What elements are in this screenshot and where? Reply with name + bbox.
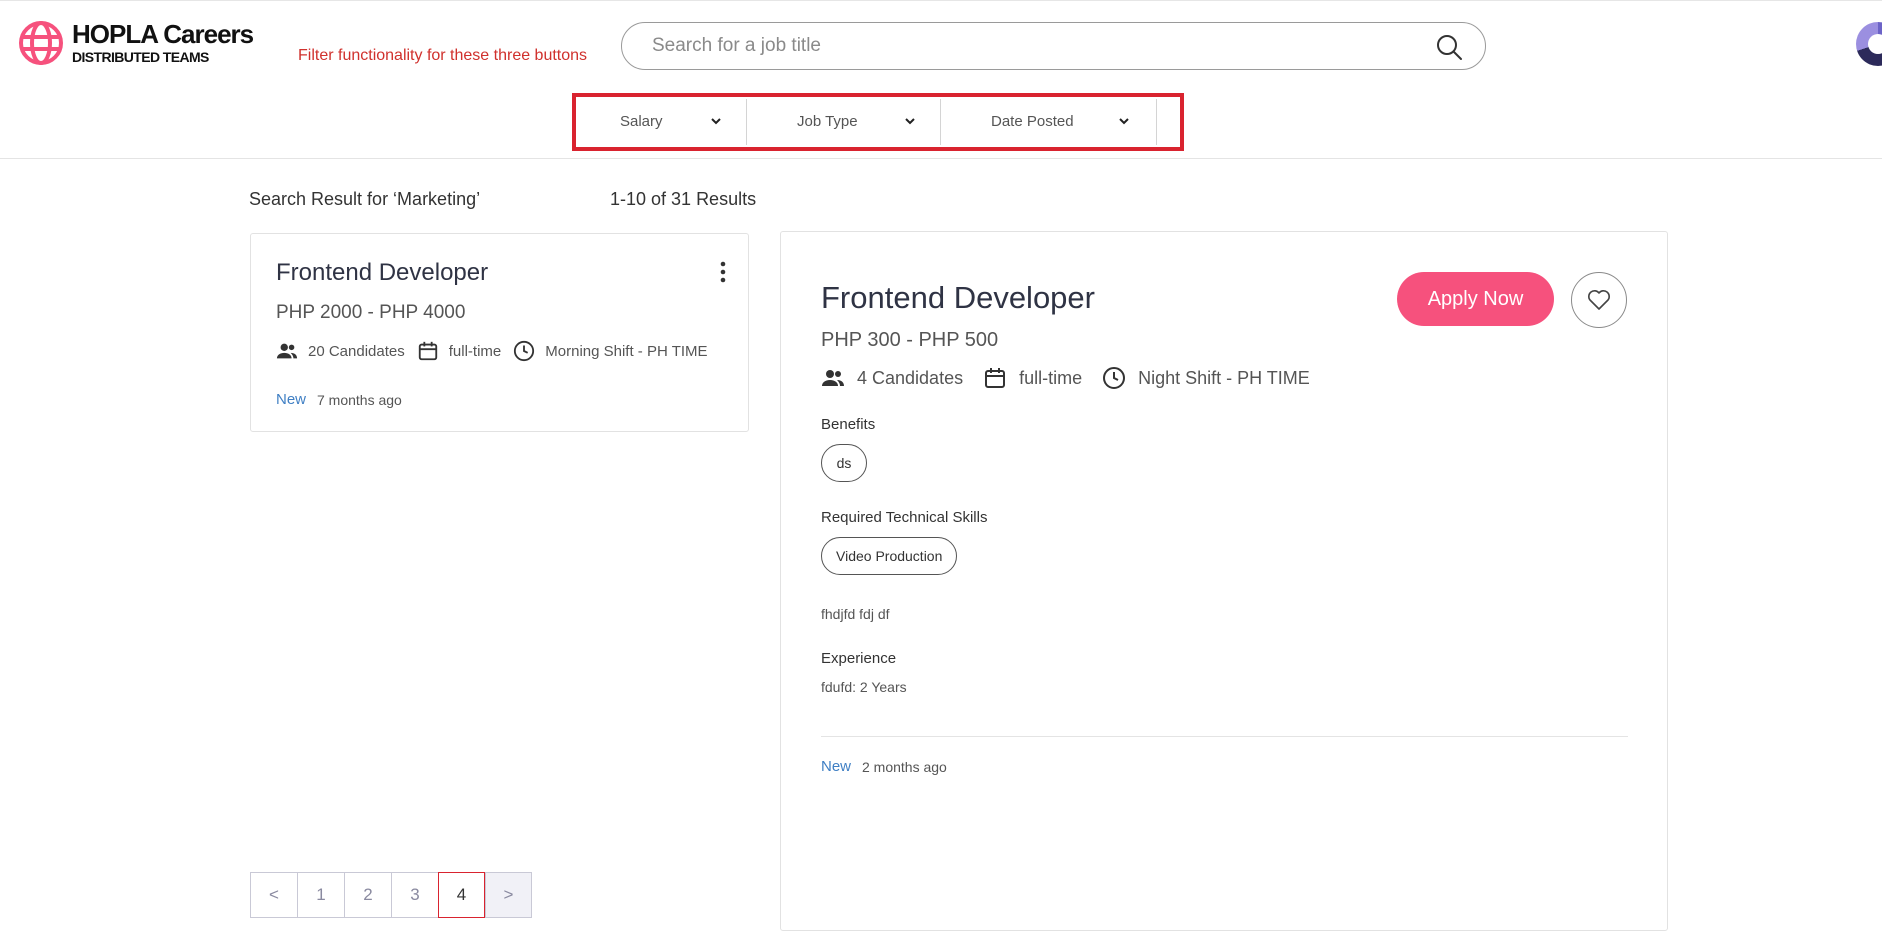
filter-divider bbox=[940, 99, 941, 145]
filter-job-type-button[interactable]: Job Type bbox=[797, 101, 917, 141]
benefit-chip: ds bbox=[821, 444, 867, 482]
job-detail-panel: Frontend Developer PHP 300 - PHP 500 App… bbox=[780, 231, 1668, 931]
heart-icon bbox=[1588, 290, 1610, 310]
page-next-button[interactable]: > bbox=[485, 872, 532, 918]
annotation-note: Filter functionality for these three but… bbox=[298, 47, 588, 64]
result-count: 1-10 of 31 Results bbox=[610, 189, 757, 209]
skills-label: Required Technical Skills bbox=[821, 509, 988, 526]
filter-divider bbox=[746, 99, 747, 145]
skill-chip: Video Production bbox=[821, 537, 958, 575]
filter-salary-label: Salary bbox=[620, 112, 663, 130]
avatar[interactable] bbox=[1856, 22, 1882, 66]
top-border bbox=[0, 0, 1882, 1]
page-3-button[interactable]: 3 bbox=[391, 872, 438, 918]
people-icon bbox=[822, 370, 844, 386]
job-detail-shift: Night Shift - PH TIME bbox=[1138, 367, 1310, 388]
experience-label: Experience bbox=[821, 650, 897, 667]
job-description: fhdjfd fdj df bbox=[821, 606, 890, 622]
filter-job-type-label: Job Type bbox=[797, 112, 858, 130]
apply-now-button[interactable]: Apply Now bbox=[1397, 272, 1554, 326]
calendar-icon bbox=[418, 341, 437, 361]
chevron-down-icon bbox=[905, 118, 915, 125]
job-detail-posted: 2 months ago bbox=[862, 759, 947, 775]
pagination: < 1 2 3 4 > bbox=[250, 872, 532, 918]
job-card-shift: Morning Shift - PH TIME bbox=[545, 342, 708, 360]
experience-value: fdufd: 2 Years bbox=[821, 679, 907, 695]
globe-icon bbox=[19, 21, 63, 65]
job-card-type: full-time bbox=[448, 342, 502, 360]
clock-icon bbox=[514, 340, 535, 362]
job-detail-candidates: 4 Candidates bbox=[857, 367, 964, 388]
page-4-button[interactable]: 4 bbox=[438, 872, 485, 918]
chevron-down-icon bbox=[711, 118, 721, 125]
chevron-down-icon bbox=[1119, 118, 1129, 125]
job-detail-title: Frontend Developer bbox=[821, 280, 1095, 315]
filter-salary-button[interactable]: Salary bbox=[620, 101, 723, 141]
job-card[interactable]: Frontend Developer PHP 2000 - PHP 4000 2… bbox=[250, 233, 749, 432]
calendar-icon bbox=[985, 368, 1006, 388]
filter-divider bbox=[1156, 99, 1157, 145]
search-input[interactable] bbox=[652, 35, 1412, 57]
new-badge: New bbox=[821, 758, 852, 775]
job-card-candidates: 20 Candidates bbox=[308, 342, 405, 360]
job-card-salary: PHP 2000 - PHP 4000 bbox=[276, 302, 466, 323]
job-detail-meta: 4 Candidates full-time Night Shift - PH … bbox=[821, 366, 1330, 390]
job-detail-salary: PHP 300 - PHP 500 bbox=[821, 329, 999, 351]
search-bar bbox=[621, 22, 1486, 70]
search-icon[interactable] bbox=[1435, 33, 1463, 61]
filter-date-posted-label: Date Posted bbox=[991, 112, 1074, 130]
more-options-icon[interactable] bbox=[715, 260, 731, 284]
header-divider bbox=[0, 158, 1882, 159]
job-card-posted: 7 months ago bbox=[317, 392, 402, 408]
job-card-meta: 20 Candidates full-time Morning Shift - … bbox=[276, 340, 720, 362]
search-result-label: Search Result for ‘Marketing’ bbox=[249, 189, 481, 209]
page-prev-button[interactable]: < bbox=[250, 872, 297, 918]
brand-title: HOPLA Careers bbox=[72, 19, 254, 49]
job-detail-type: full-time bbox=[1019, 367, 1083, 388]
detail-divider bbox=[821, 736, 1628, 737]
people-icon bbox=[276, 343, 298, 359]
page-2-button[interactable]: 2 bbox=[344, 872, 391, 918]
brand-logo[interactable]: HOPLA Careers DISTRIBUTED TEAMS bbox=[18, 19, 254, 66]
job-card-title: Frontend Developer bbox=[276, 259, 489, 286]
clock-icon bbox=[1103, 367, 1126, 389]
page-1-button[interactable]: 1 bbox=[297, 872, 344, 918]
favorite-button[interactable] bbox=[1571, 272, 1627, 328]
brand-subtitle: DISTRIBUTED TEAMS bbox=[72, 49, 209, 65]
new-badge: New bbox=[276, 391, 307, 408]
benefits-label: Benefits bbox=[821, 416, 876, 433]
filter-date-posted-button[interactable]: Date Posted bbox=[991, 101, 1131, 141]
